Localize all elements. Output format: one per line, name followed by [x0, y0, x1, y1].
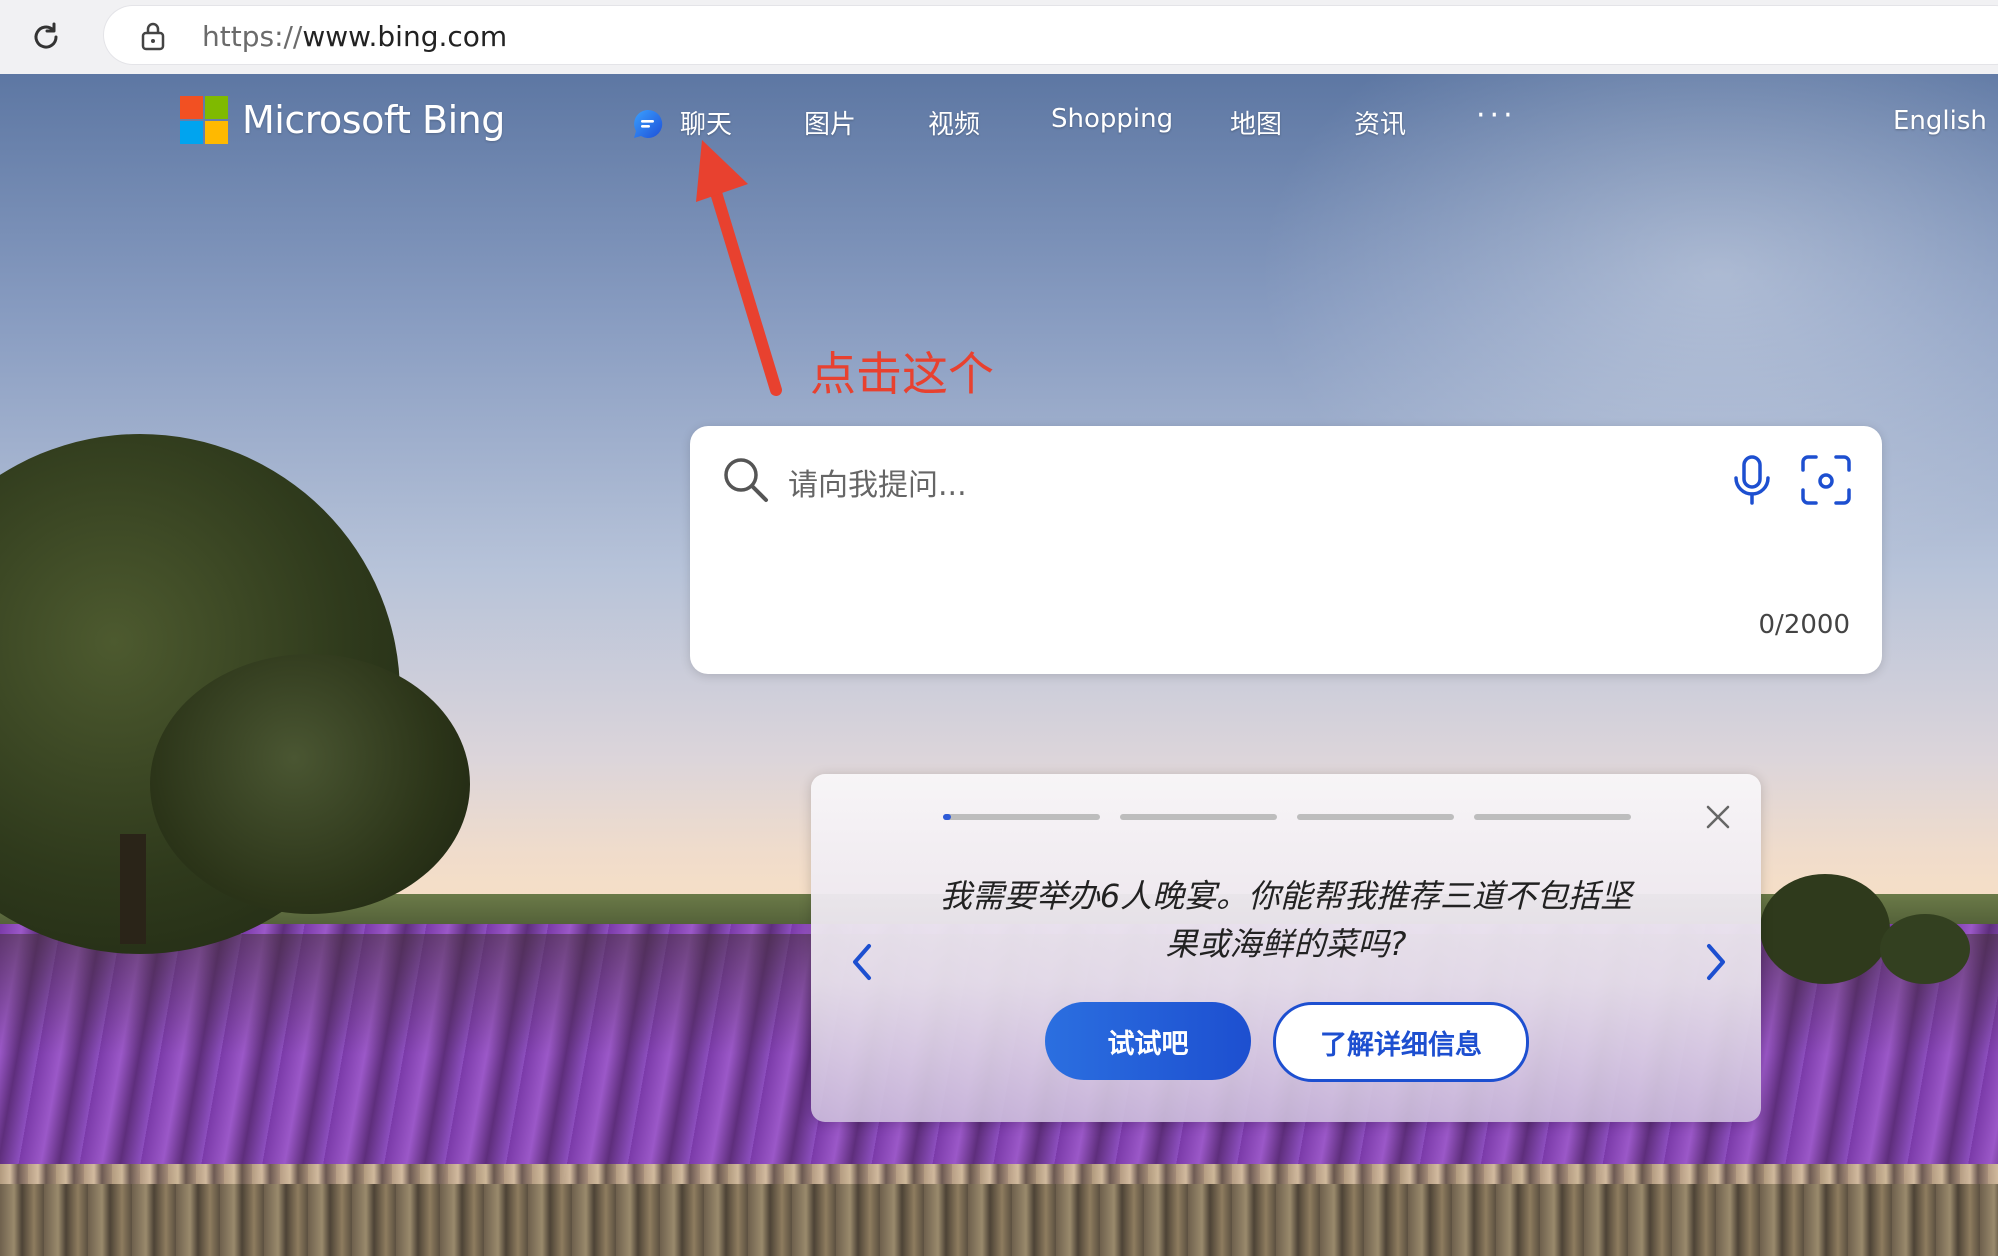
nav-maps[interactable]: 地图 — [1230, 104, 1282, 141]
microsoft-logo-icon — [180, 96, 228, 144]
chevron-right-icon[interactable] — [1701, 940, 1731, 984]
microphone-icon[interactable] — [1730, 454, 1774, 506]
url-text: https://www.bing.com — [202, 20, 507, 53]
nav-shopping[interactable]: Shopping — [1051, 104, 1173, 134]
logo-square-yellow — [205, 121, 228, 144]
annotation-text: 点击这个 — [810, 347, 994, 401]
chat-bubble-icon[interactable] — [632, 108, 664, 140]
character-counter: 0/2000 — [1758, 610, 1850, 640]
suggestion-card: 我需要举办6人晚宴。你能帮我推荐三道不包括坚果或海鲜的菜吗? 试试吧 了解详细信… — [811, 774, 1761, 1122]
visual-search-icon[interactable] — [1800, 454, 1852, 506]
lock-icon — [141, 22, 165, 51]
url-protocol: https:// — [202, 20, 303, 53]
nav-news[interactable]: 资讯 — [1354, 104, 1406, 141]
nav-chat[interactable]: 聊天 — [680, 104, 732, 141]
search-icon — [724, 458, 768, 502]
logo-square-blue — [180, 121, 203, 144]
progress-step-1 — [943, 814, 1100, 820]
more-menu-button[interactable]: ··· — [1476, 98, 1517, 133]
reload-icon — [34, 22, 58, 49]
annotation-arrow — [696, 140, 782, 396]
reload-button[interactable] — [24, 16, 68, 58]
progress-step-3 — [1297, 814, 1454, 820]
tree-trunk — [120, 834, 146, 944]
nav-images[interactable]: 图片 — [804, 104, 856, 141]
distant-tree-2 — [1880, 914, 1970, 984]
address-bar[interactable]: https://www.bing.com A — [104, 6, 1998, 64]
browser-toolbar: https://www.bing.com A — [0, 0, 1998, 74]
distant-tree — [1760, 874, 1890, 984]
chevron-left-icon[interactable] — [847, 940, 877, 984]
nav-videos[interactable]: 视频 — [928, 104, 980, 141]
small-tree — [150, 654, 470, 914]
url-host: www.bing.com — [302, 20, 508, 53]
search-placeholder[interactable]: 请向我提问... — [788, 460, 967, 504]
progress-step-2 — [1120, 814, 1277, 820]
stone-wall — [0, 1184, 1998, 1256]
close-icon[interactable] — [1703, 802, 1733, 832]
language-toggle[interactable]: English — [1893, 106, 1987, 136]
search-box[interactable]: 请向我提问... 0/2000 — [690, 426, 1882, 674]
progress-fill — [943, 814, 951, 820]
brand-name: Microsoft Bing — [242, 98, 505, 142]
try-it-button[interactable]: 试试吧 — [1045, 1002, 1251, 1080]
bing-logo[interactable]: Microsoft Bing — [180, 96, 505, 144]
logo-square-red — [180, 96, 203, 119]
suggestion-prompt: 我需要举办6人晚宴。你能帮我推荐三道不包括坚果或海鲜的菜吗? — [939, 877, 1633, 963]
logo-square-green — [205, 96, 228, 119]
learn-more-button[interactable]: 了解详细信息 — [1273, 1002, 1529, 1082]
progress-step-4 — [1474, 814, 1631, 820]
